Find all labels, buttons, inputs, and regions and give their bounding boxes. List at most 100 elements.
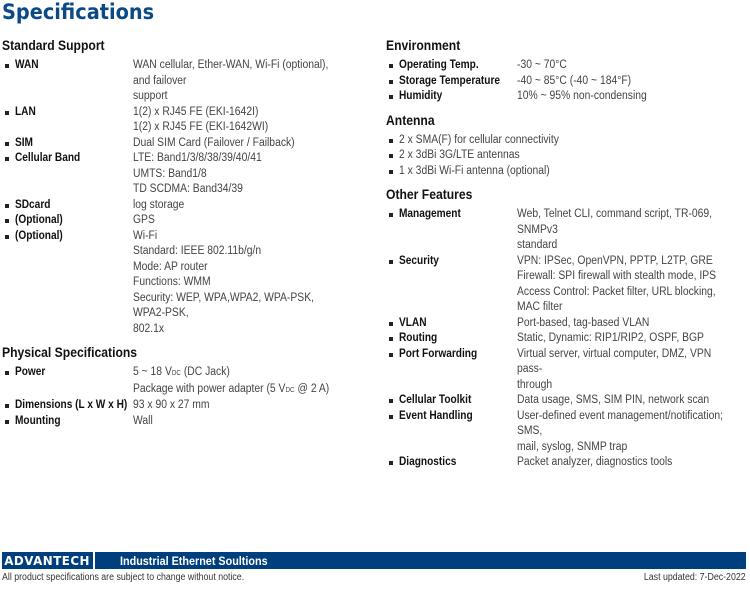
value-line: User-defined event management/notificati… bbox=[517, 409, 723, 438]
spec-label: Port Forwarding bbox=[399, 347, 478, 360]
spec-row: Port Forwarding Virtual server, virtual c… bbox=[386, 347, 750, 394]
spec-list-other-features: Management Web, Telnet CLI, command scrip… bbox=[386, 207, 750, 471]
bullet-icon bbox=[386, 148, 399, 164]
bullet-icon bbox=[386, 164, 399, 180]
spec-value: Port-based, tag-based VLAN bbox=[517, 316, 727, 332]
spec-list-environment: Operating Temp. -30 ~ 70°C Storage Tempera… bbox=[386, 58, 750, 105]
spec-value: VPN: IPSec, OpenVPN, PPTP, L2TP, GRE Fire… bbox=[517, 254, 727, 316]
footer-bar: ADVANTECH Industrial Ethernet Soultions bbox=[2, 552, 746, 569]
value-line: 802.1x bbox=[133, 322, 165, 335]
footer-title: Industrial Ethernet Soultions bbox=[120, 553, 268, 568]
spec-label: (Optional) bbox=[15, 214, 63, 226]
value-line: Security: WEP, WPA,WPA2, WPA-PSK, WPA2-P… bbox=[133, 291, 314, 320]
spec-label: LAN bbox=[15, 105, 36, 118]
list-item: 1 x 3dBi Wi-Fi antenna (optional) bbox=[386, 164, 750, 180]
value-line: Data usage, SMS, SIM PIN, network scan bbox=[517, 394, 710, 406]
spec-label-cell: WAN bbox=[15, 58, 133, 105]
spec-label-cell: SDcard bbox=[15, 198, 133, 214]
spec-row: VLAN Port-based, tag-based VLAN bbox=[386, 316, 750, 332]
right-column: Environment Operating Temp. -30 ~ 70°C Stor… bbox=[386, 38, 750, 479]
value-line: Mode: AP router bbox=[133, 260, 208, 273]
spec-row: Diagnostics Packet analyzer, diagnostics … bbox=[386, 455, 750, 471]
spec-label-cell: (Optional) bbox=[15, 229, 133, 338]
spec-label-cell: SIM bbox=[15, 136, 133, 152]
value-line: Wall bbox=[133, 414, 153, 427]
value-line: Wi-Fi bbox=[133, 229, 158, 242]
value-line: LTE: Band1/3/8/38/39/40/41 bbox=[133, 152, 262, 164]
bullet-icon bbox=[386, 89, 399, 105]
value-line: 10% ~ 95% non-condensing bbox=[517, 90, 647, 102]
value-line: Dual SIM Card (Failover / Failback) bbox=[133, 136, 295, 149]
spec-label-cell: Routing bbox=[399, 331, 517, 347]
spec-value: -30 ~ 70°C bbox=[517, 58, 727, 74]
spec-row: Storage Temperature -40 ~ 85°C (-40 ~ 184… bbox=[386, 74, 750, 90]
value-line: -30 ~ 70°C bbox=[517, 59, 567, 71]
bullet-icon bbox=[386, 254, 399, 316]
bullet-icon bbox=[2, 198, 15, 214]
spec-value: WAN cellular, Ether-WAN, Wi-Fi (optional… bbox=[133, 58, 348, 105]
value-line: log storage bbox=[133, 198, 185, 211]
bullet-icon bbox=[386, 393, 399, 409]
spec-value: 93 x 90 x 27 mm bbox=[133, 398, 348, 414]
value-line: 1(2) x RJ45 FE (EKI-1642I) bbox=[133, 105, 259, 118]
spec-label-cell: Port Forwarding bbox=[399, 347, 517, 394]
spec-value: Dual SIM Card (Failover / Failback) bbox=[133, 136, 348, 152]
spec-label-cell: Humidity bbox=[399, 89, 517, 105]
spec-row: (Optional) Wi-Fi Standard: IEEE 802.11b/g/… bbox=[2, 229, 372, 338]
bullet-icon bbox=[2, 136, 15, 152]
spec-label: Management bbox=[399, 208, 461, 220]
value-line: Virtual server, virtual computer, DMZ, V… bbox=[517, 347, 712, 376]
spec-value: 5 ~ 18 VDC (DC Jack) Package with power a… bbox=[133, 365, 348, 398]
value-line: Standard: IEEE 802.11b/g/n bbox=[133, 245, 262, 257]
bullet-icon bbox=[386, 347, 399, 394]
spec-row: Operating Temp. -30 ~ 70°C bbox=[386, 58, 750, 74]
spec-label: Event Handling bbox=[399, 409, 473, 422]
list-item: 2 x SMA(F) for cellular connectivity bbox=[386, 133, 750, 149]
spec-label: Cellular Band bbox=[15, 152, 81, 164]
spec-value: 1(2) x RJ45 FE (EKI-1642I) 1(2) x RJ45 FE… bbox=[133, 105, 348, 136]
bullet-icon bbox=[386, 58, 399, 74]
value-post: (DC Jack) bbox=[180, 366, 230, 378]
bullet-icon bbox=[386, 207, 399, 254]
value-line: Web, Telnet CLI, command script, TR-069,… bbox=[517, 208, 713, 236]
spec-label-cell: Dimensions (L x W x H) bbox=[15, 398, 133, 414]
list-item-text: 2 x SMA(F) for cellular connectivity bbox=[399, 133, 559, 146]
spec-row: Cellular Toolkit Data usage, SMS, SIM PIN… bbox=[386, 393, 750, 409]
value-line: Firewall: SPI firewall with stealth mode… bbox=[517, 270, 717, 282]
value-line: Static, Dynamic: RIP1/RIP2, OSPF, BGP bbox=[517, 332, 704, 344]
spec-value: GPS bbox=[133, 213, 348, 229]
spec-label: WAN bbox=[15, 59, 39, 71]
spec-row: Humidity 10% ~ 95% non-condensing bbox=[386, 89, 750, 105]
value-post: @ 2 A) bbox=[294, 382, 330, 395]
spec-label: (Optional) bbox=[15, 229, 63, 242]
bullet-icon bbox=[2, 213, 15, 229]
footer-notice: All product specifications are subject t… bbox=[2, 572, 245, 583]
spec-value: Wi-Fi Standard: IEEE 802.11b/g/n Mode: AP … bbox=[133, 229, 348, 338]
spec-row: SIM Dual SIM Card (Failover / Failback) bbox=[2, 136, 372, 152]
spec-label: SDcard bbox=[15, 198, 51, 211]
value-line: through bbox=[517, 378, 553, 391]
spec-label: Diagnostics bbox=[399, 456, 457, 468]
spec-list-antenna: 2 x SMA(F) for cellular connectivity 2 x … bbox=[386, 133, 750, 180]
spec-label: SIM bbox=[15, 136, 33, 149]
value-pre: Package with power adapter (5 V bbox=[133, 382, 286, 395]
value-pre: 5 ~ 18 V bbox=[133, 366, 172, 378]
section-title-other-features: Other Features bbox=[386, 187, 473, 202]
value-line: VPN: IPSec, OpenVPN, PPTP, L2TP, GRE bbox=[517, 254, 713, 267]
bullet-icon bbox=[2, 58, 15, 105]
value-line: -40 ~ 85°C (-40 ~ 184°F) bbox=[517, 74, 632, 87]
spec-label: Dimensions (L x W x H) bbox=[15, 399, 128, 411]
bullet-icon bbox=[386, 455, 399, 471]
spec-value: Virtual server, virtual computer, DMZ, V… bbox=[517, 347, 727, 394]
bullet-icon bbox=[386, 409, 399, 456]
bullet-icon bbox=[2, 365, 15, 398]
left-column: Standard Support WAN WAN cellular, Ether-W… bbox=[2, 38, 372, 437]
spec-value: LTE: Band1/3/8/38/39/40/41 UMTS: Band1/8 T… bbox=[133, 151, 348, 198]
value-line: TD SCDMA: Band34/39 bbox=[133, 183, 243, 195]
spec-label-cell: Operating Temp. bbox=[399, 58, 517, 74]
advantech-logo: ADVANTECH bbox=[2, 552, 95, 569]
bullet-icon bbox=[2, 151, 15, 198]
value-line: standard bbox=[517, 239, 558, 251]
value-line: Package with power adapter (5 VDC @ 2 A) bbox=[133, 382, 348, 399]
value-line: support bbox=[133, 90, 168, 102]
